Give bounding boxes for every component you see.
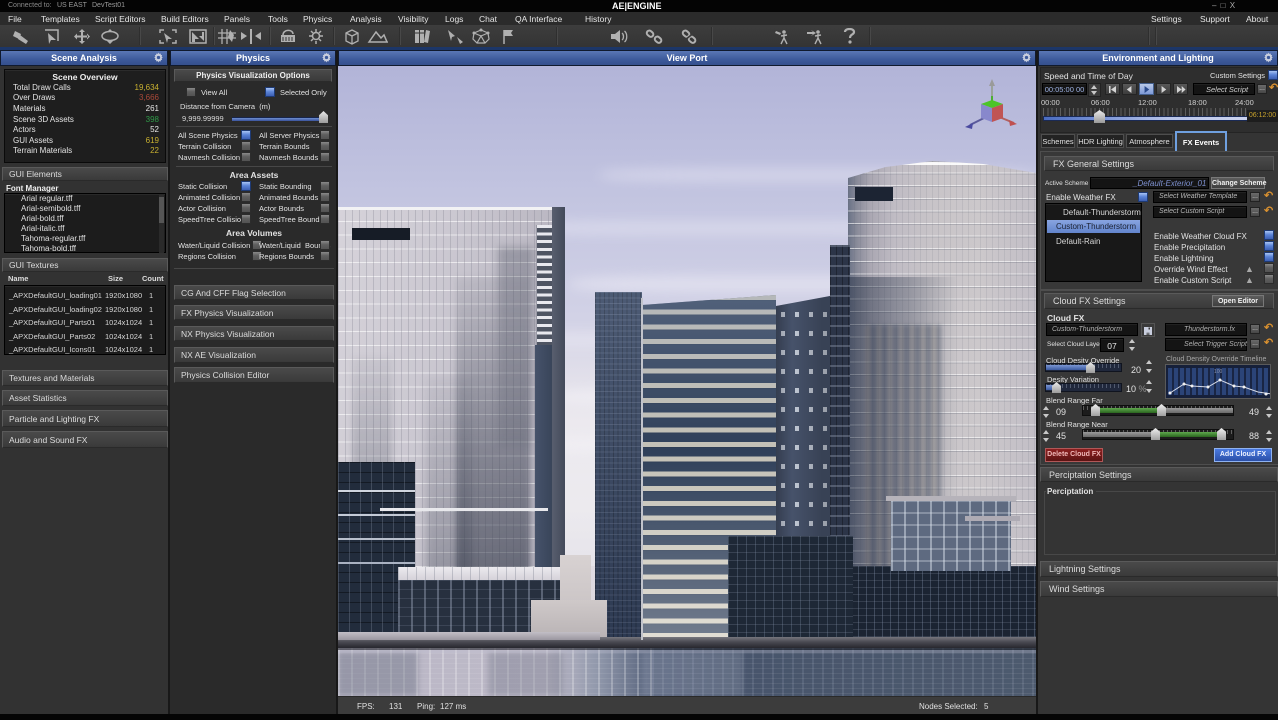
svg-text:100: 100	[1214, 369, 1223, 375]
